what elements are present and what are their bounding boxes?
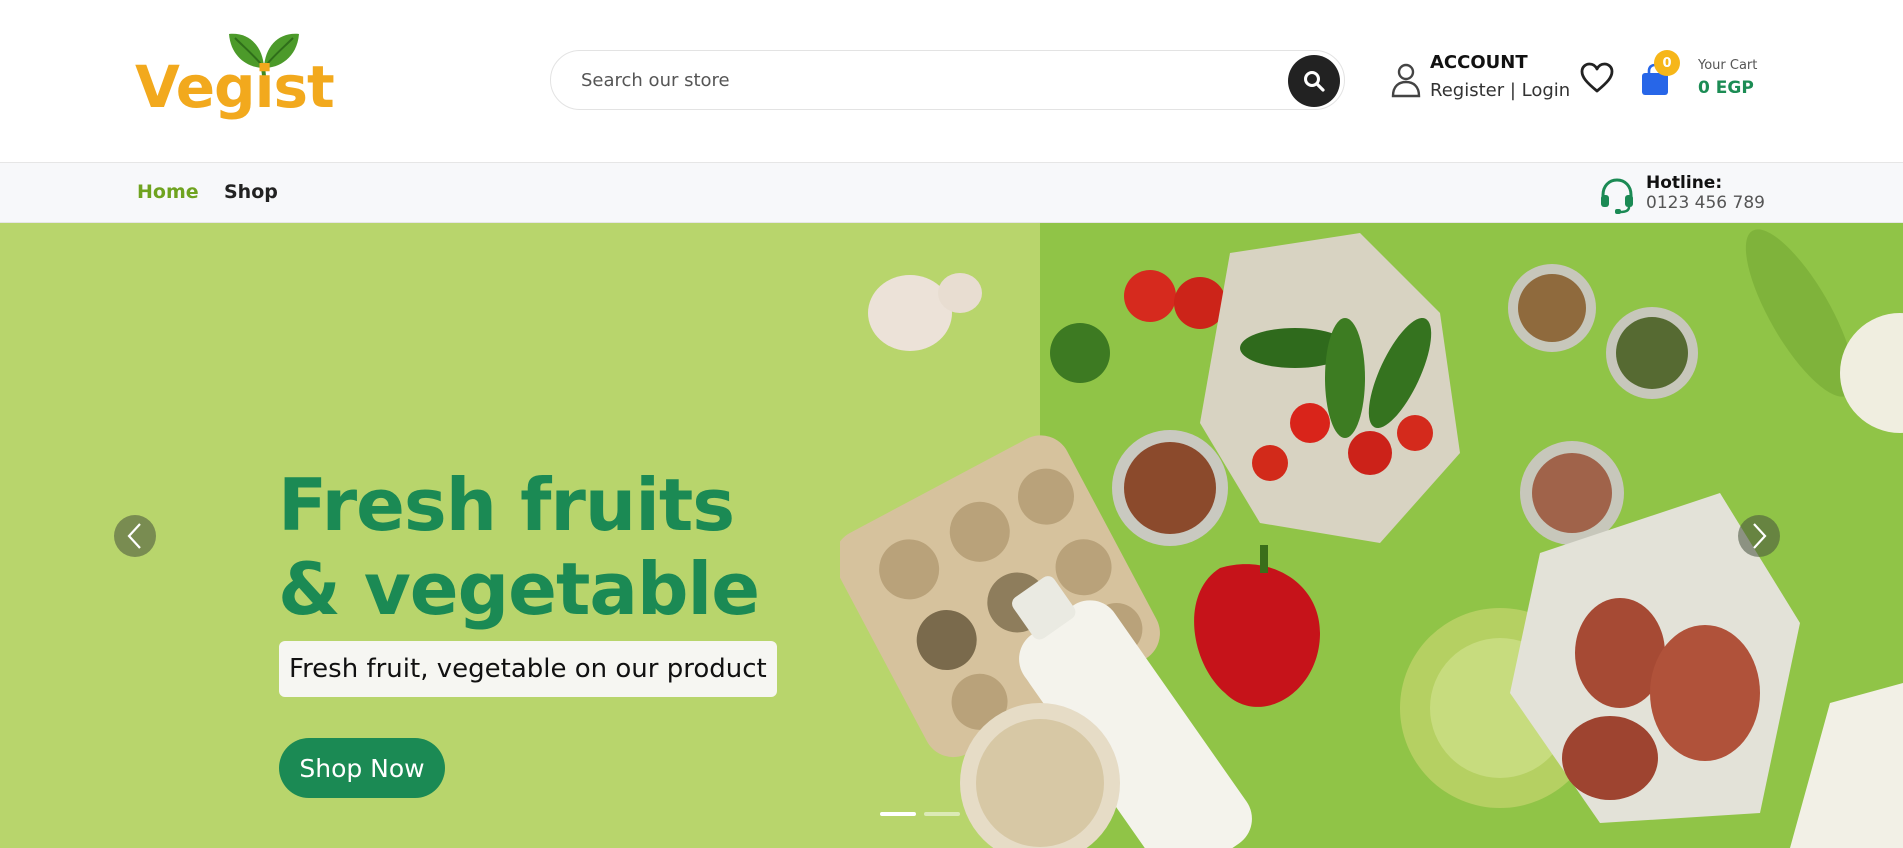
slider-next-button[interactable] [1738,515,1780,557]
slider-dot[interactable] [924,812,960,816]
account-title: ACCOUNT [1430,52,1528,73]
cart-total: 0 EGP [1698,78,1754,98]
account-menu[interactable]: ACCOUNT Register | Login [1390,52,1570,108]
search-button[interactable] [1288,55,1340,107]
site-header: Vegist ACCOUNT Register | Login 0 Your C… [0,0,1903,162]
search-input[interactable] [581,51,1231,109]
hero-title-line-2: & vegetable [278,547,760,631]
hotline: Hotline: 0123 456 789 [1598,173,1768,215]
nav-item-shop[interactable]: Shop [224,181,278,203]
wishlist-button[interactable] [1580,62,1614,94]
cart-button[interactable]: 0 Your Cart 0 EGP [1640,50,1760,110]
brand-name: Vegist [135,53,335,121]
hero-subtitle: Fresh fruit, vegetable on our product [279,641,777,697]
slider-dot[interactable] [880,812,916,816]
shop-now-button[interactable]: Shop Now [279,738,445,798]
register-login-link[interactable]: Register | Login [1430,80,1570,101]
user-icon [1391,63,1421,98]
cart-count-badge: 0 [1654,50,1680,76]
chevron-right-icon [1753,523,1767,549]
cart-label: Your Cart [1698,58,1758,73]
main-nav: Home Shop Hotline: 0123 456 789 [0,162,1903,223]
hotline-number[interactable]: 0123 456 789 [1646,193,1765,213]
hero-title: Fresh fruits & vegetable [278,463,760,631]
slider-prev-button[interactable] [114,515,156,557]
chevron-left-icon [127,523,141,549]
brand-logo[interactable]: Vegist [135,28,335,132]
hero-slider: Fresh fruits & vegetable Fresh fruit, ve… [0,223,1903,848]
search-bar [550,50,1345,110]
hero-title-line-1: Fresh fruits [278,463,735,547]
headset-icon [1601,178,1633,214]
nav-item-home[interactable]: Home [137,181,199,203]
heart-icon [1580,62,1614,93]
slider-pagination [880,812,960,816]
search-icon [1304,71,1325,92]
hotline-label: Hotline: [1646,173,1723,193]
